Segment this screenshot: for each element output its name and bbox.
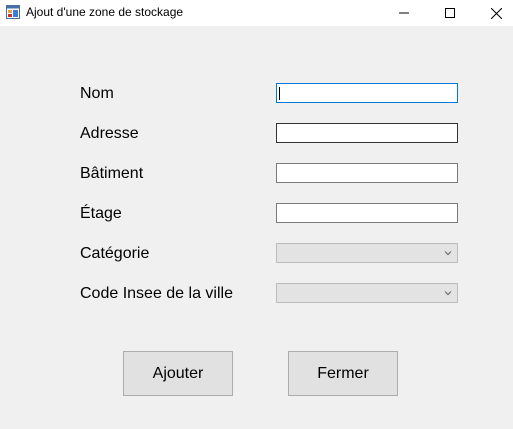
maximize-button[interactable] (427, 0, 473, 26)
etage-input[interactable] (276, 203, 458, 223)
batiment-input[interactable] (276, 163, 458, 183)
fermer-button[interactable]: Fermer (288, 351, 398, 396)
app-form-icon (6, 5, 20, 19)
ajouter-button[interactable]: Ajouter (123, 351, 233, 396)
dialog-window: Ajout d'une zone de stockage Nom Adresse… (0, 0, 513, 429)
adresse-label: Adresse (80, 125, 139, 142)
close-icon (490, 7, 502, 19)
close-window-button[interactable] (473, 0, 513, 26)
categorie-label: Catégorie (80, 245, 150, 262)
adresse-input[interactable] (276, 123, 458, 143)
batiment-label: Bâtiment (80, 165, 144, 182)
minimize-icon (399, 12, 409, 14)
minimize-button[interactable] (381, 0, 427, 26)
chevron-down-icon (444, 291, 452, 296)
categorie-select[interactable] (276, 243, 458, 263)
maximize-icon (445, 8, 455, 18)
chevron-down-icon (444, 251, 452, 256)
code-insee-label: Code Insee de la ville (80, 285, 233, 302)
code-insee-select[interactable] (276, 283, 458, 303)
text-caret (279, 87, 280, 100)
nom-label: Nom (80, 85, 114, 102)
etage-label: Étage (80, 205, 122, 222)
nom-input[interactable] (276, 83, 458, 103)
title-bar: Ajout d'une zone de stockage (0, 0, 513, 26)
window-title: Ajout d'une zone de stockage (26, 5, 184, 19)
